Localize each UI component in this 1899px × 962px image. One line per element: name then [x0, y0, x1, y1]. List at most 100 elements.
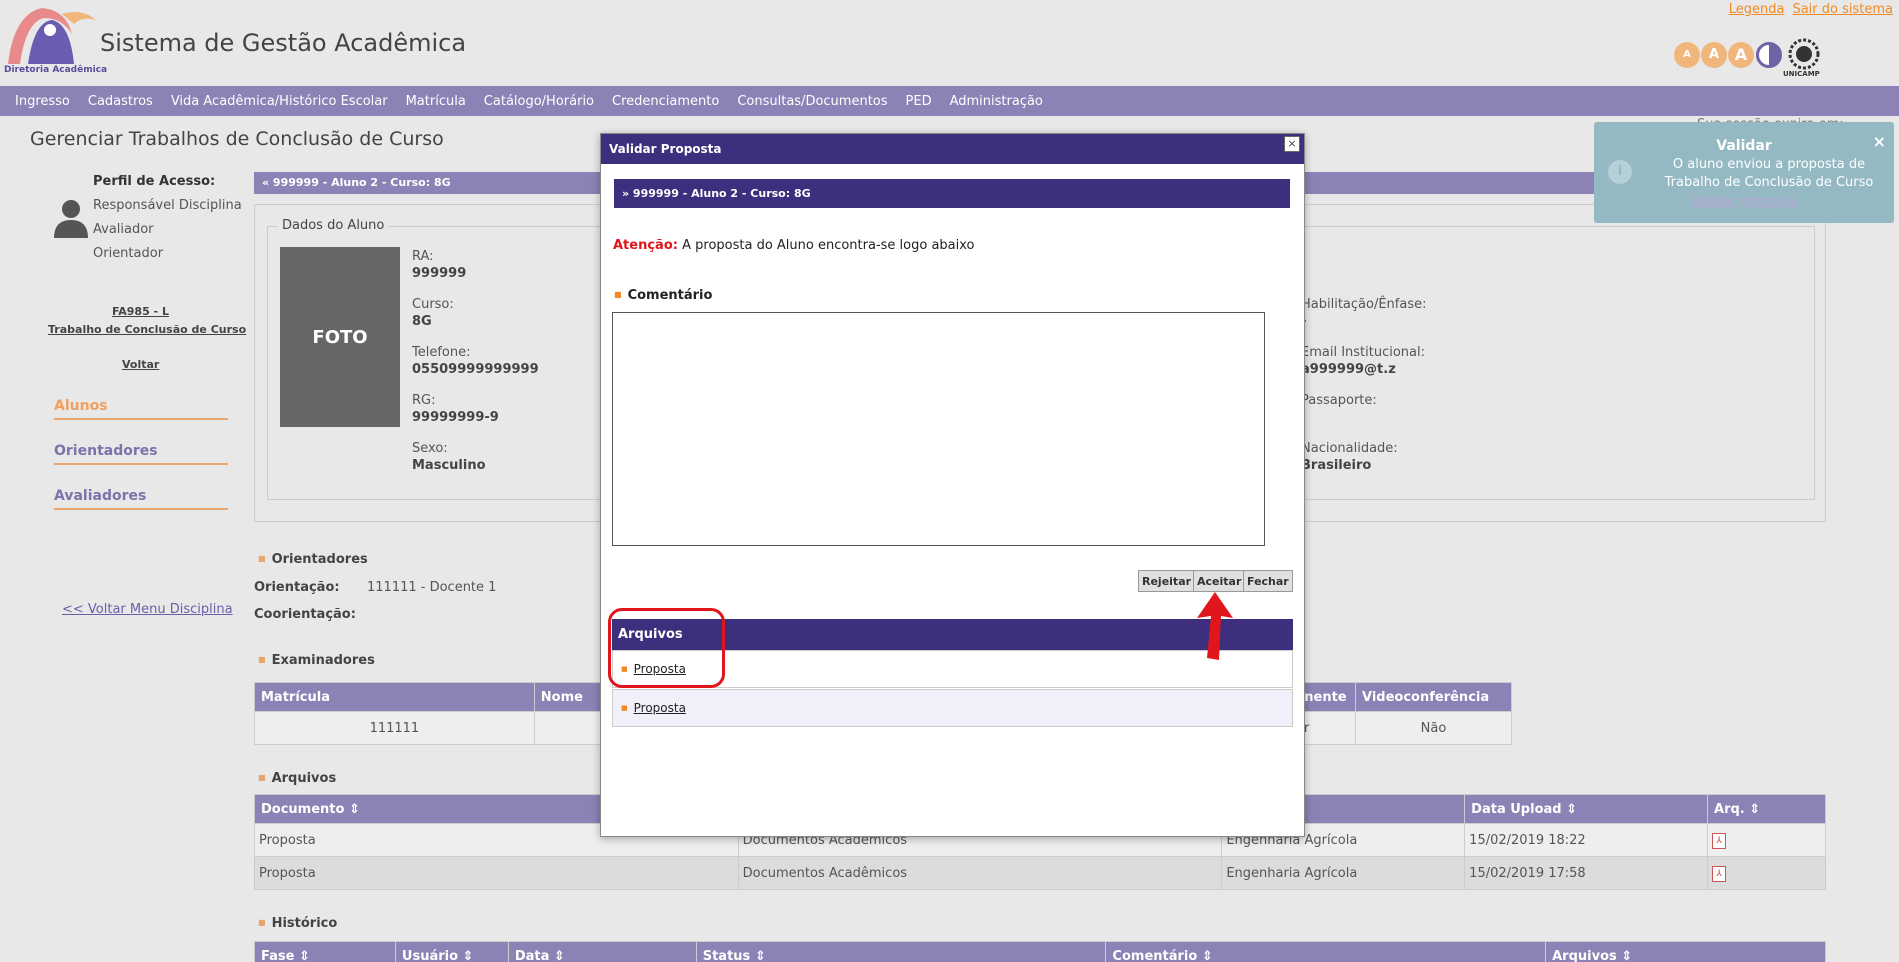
- page-header: Diretoria Acadêmica Sistema de Gestão Ac…: [0, 0, 1899, 86]
- app-title: Sistema de Gestão Acadêmica: [100, 29, 467, 57]
- close-icon[interactable]: ×: [1284, 136, 1300, 152]
- menu-item-matricula[interactable]: Matrícula: [397, 94, 475, 109]
- pdf-icon[interactable]: ⅄: [1712, 865, 1727, 882]
- page-title: Gerenciar Trabalhos de Conclusão de Curs…: [30, 128, 444, 150]
- historico-heading: Histórico: [258, 916, 338, 931]
- field-label: RG:: [412, 393, 436, 408]
- table-row: Proposta Documentos Acadêmicos Engenhari…: [254, 856, 1826, 890]
- validate-proposal-link[interactable]: Validar proposta: [1594, 194, 1894, 209]
- column-header[interactable]: Data Upload ⇕: [1464, 794, 1709, 824]
- column-header[interactable]: Comentário ⇕: [1105, 941, 1547, 962]
- unicamp-logo-icon: [1788, 38, 1820, 70]
- dialog-student-bar: » 999999 - Aluno 2 - Curso: 8G: [614, 179, 1290, 208]
- reject-button[interactable]: Rejeitar: [1138, 570, 1196, 592]
- field-value: 99999999-9: [412, 410, 499, 425]
- close-button[interactable]: Fechar: [1243, 570, 1293, 592]
- table-cell: ⅄: [1707, 856, 1826, 890]
- column-header[interactable]: Arq. ⇕: [1707, 794, 1826, 824]
- sidebar-item-avaliadores[interactable]: Avaliadores: [54, 488, 228, 510]
- field-label: Telefone:: [412, 345, 471, 360]
- contrast-icon[interactable]: [1756, 42, 1782, 68]
- column-header: Matrícula: [254, 682, 535, 712]
- table-cell: Documentos Acadêmicos: [737, 856, 1223, 890]
- field-value: 05509999999999: [412, 362, 539, 377]
- unicamp-label: UNICAMP: [1783, 70, 1820, 78]
- back-to-menu-link[interactable]: << Voltar Menu Disciplina: [62, 602, 233, 617]
- font-large-button[interactable]: A: [1728, 42, 1754, 68]
- table-cell: 15/02/2019 18:22: [1464, 823, 1709, 857]
- attention-message: Atenção: A proposta do Aluno encontra-se…: [613, 238, 975, 253]
- menu-item-consultas[interactable]: Consultas/Documentos: [728, 94, 896, 109]
- column-header[interactable]: Data ⇕: [507, 941, 697, 962]
- column-header[interactable]: Arquivos ⇕: [1545, 941, 1826, 962]
- field-label: Nacionalidade:: [1301, 441, 1398, 456]
- menu-item-administracao[interactable]: Administração: [941, 94, 1052, 109]
- table-cell: ⅄: [1707, 823, 1826, 857]
- user-icon: [54, 200, 88, 238]
- legenda-link[interactable]: Legenda: [1729, 2, 1785, 17]
- profile-item: Avaliador: [93, 222, 154, 237]
- student-photo: FOTO: [280, 247, 400, 427]
- dialog-title: Validar Proposta: [601, 134, 1304, 164]
- accept-button[interactable]: Aceitar: [1193, 570, 1246, 592]
- course-code-link[interactable]: FA985 - L: [112, 305, 169, 318]
- field-label: Curso:: [412, 297, 454, 312]
- examinadores-heading: Examinadores: [258, 653, 375, 668]
- student-fieldset-legend: Dados do Aluno: [278, 218, 389, 233]
- menu-item-vida-academica[interactable]: Vida Acadêmica/Histórico Escolar: [162, 94, 397, 109]
- main-menu: Ingresso Cadastros Vida Acadêmica/Histór…: [0, 86, 1899, 116]
- profile-item: Responsável Disciplina: [93, 198, 242, 213]
- profile-item: Orientador: [93, 246, 164, 261]
- column-header[interactable]: Fase ⇕: [254, 941, 396, 962]
- table-cell: 15/02/2019 17:58: [1464, 856, 1709, 890]
- menu-item-credenciamento[interactable]: Credenciamento: [603, 94, 728, 109]
- field-label: Email Institucional:: [1301, 345, 1426, 360]
- notification-message: O aluno enviou a proposta de Trabalho de…: [1664, 157, 1874, 190]
- field-value: 8G: [412, 314, 432, 329]
- font-medium-button[interactable]: A: [1701, 42, 1727, 68]
- historico-table: Fase ⇕ Usuário ⇕ Data ⇕ Status ⇕ Comentá…: [254, 941, 1826, 962]
- sidebar-item-orientadores[interactable]: Orientadores: [54, 443, 228, 465]
- font-small-button[interactable]: A: [1674, 42, 1700, 68]
- comment-textarea[interactable]: [612, 312, 1265, 546]
- proposal-file-link[interactable]: Proposta: [634, 701, 686, 715]
- orientacao-value: 111111 - Docente 1: [367, 580, 497, 595]
- table-cell: 111111: [254, 711, 535, 745]
- logo-subtitle: Diretoria Acadêmica: [4, 65, 108, 75]
- field-label: Passaporte:: [1301, 393, 1377, 408]
- list-item: Proposta: [612, 689, 1293, 727]
- top-links: Legenda Sair do sistema: [1721, 2, 1893, 17]
- column-header[interactable]: Status ⇕: [695, 941, 1107, 962]
- back-link[interactable]: Voltar: [122, 358, 159, 371]
- orientacao-label: Orientação:: [254, 580, 340, 595]
- column-header: Videoconferência: [1355, 682, 1512, 712]
- field-value: a999999@t.z: [1301, 362, 1396, 377]
- attention-text: A proposta do Aluno encontra-se logo aba…: [677, 238, 975, 253]
- notification-toast: i Validar O aluno enviou a proposta de T…: [1594, 122, 1894, 223]
- field-value: Brasileiro: [1301, 458, 1372, 473]
- pdf-icon[interactable]: ⅄: [1712, 832, 1727, 849]
- table-cell: Proposta: [254, 856, 739, 890]
- orientadores-heading: Orientadores: [258, 552, 368, 567]
- field-value: 999999: [412, 266, 467, 281]
- arquivos-heading: Arquivos: [258, 771, 337, 786]
- course-name-link[interactable]: Trabalho de Conclusão de Curso: [48, 323, 246, 336]
- menu-item-cadastros[interactable]: Cadastros: [79, 94, 162, 109]
- close-icon[interactable]: ×: [1873, 132, 1886, 151]
- field-value: Masculino: [412, 458, 486, 473]
- comment-label: Comentário: [614, 288, 713, 303]
- info-icon: i: [1608, 160, 1632, 184]
- sidebar-item-alunos[interactable]: Alunos: [54, 398, 228, 420]
- validate-proposal-dialog: Validar Proposta × » 999999 - Aluno 2 - …: [600, 133, 1305, 837]
- table-cell: Não: [1355, 711, 1512, 745]
- menu-item-catalogo[interactable]: Catálogo/Horário: [475, 94, 603, 109]
- attention-label: Atenção:: [613, 238, 678, 253]
- coorientacao-label: Coorientação:: [254, 607, 356, 622]
- menu-item-ped[interactable]: PED: [897, 94, 941, 109]
- profile-label: Perfil de Acesso:: [93, 174, 216, 189]
- field-label: Sexo:: [412, 441, 448, 456]
- column-header[interactable]: Usuário ⇕: [394, 941, 509, 962]
- logout-link[interactable]: Sair do sistema: [1792, 2, 1893, 17]
- field-label: RA:: [412, 249, 434, 264]
- menu-item-ingresso[interactable]: Ingresso: [6, 94, 79, 109]
